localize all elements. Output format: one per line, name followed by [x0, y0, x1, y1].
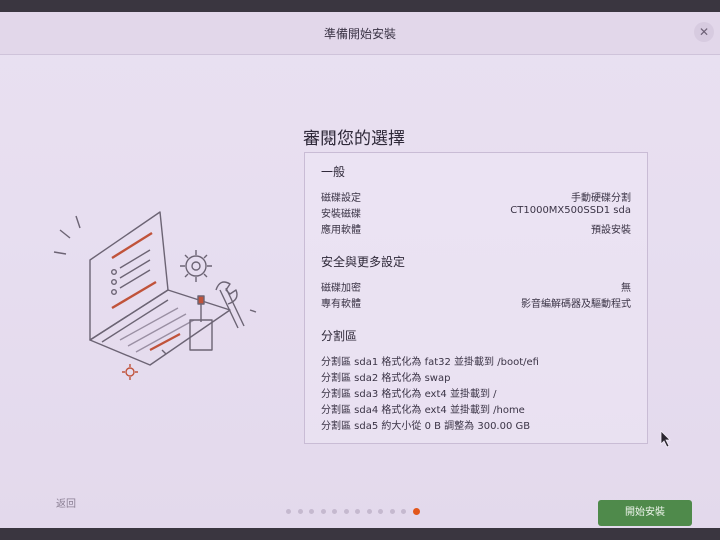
row-proprietary-software: 專有軟體 影音編解碼器及驅動程式 — [321, 295, 631, 310]
progress-dot — [332, 509, 337, 514]
section-general-title: 一般 — [321, 165, 346, 179]
partition-item: 分割區 sda1 格式化為 fat32 並掛載到 /boot/efi — [321, 357, 539, 368]
row-applications: 應用軟體 預設安裝 — [321, 221, 631, 236]
row-value: 影音編解碼器及驅動程式 — [521, 299, 631, 310]
partition-item: 分割區 sda4 格式化為 ext4 並掛載到 /home — [321, 405, 525, 416]
partition-item: 分割區 sda3 格式化為 ext4 並掛載到 / — [321, 389, 497, 400]
partition-item: 分割區 sda5 約大小從 0 B 調整為 300.00 GB — [321, 421, 531, 432]
row-label: 應用軟體 — [321, 225, 361, 236]
window-title: 準備開始安裝 — [323, 27, 396, 41]
progress-dot — [378, 509, 383, 514]
page-heading: 審閱您的選擇 — [303, 129, 405, 149]
row-value: 手動硬碟分割 — [571, 193, 631, 204]
progress-dot — [412, 508, 420, 515]
progress-dot — [343, 509, 349, 514]
installer-window: 準備開始安裝 ✕ 審閱您的選擇 一般 磁碟設定 手動硬碟分割 安裝磁碟 CT10… — [0, 12, 720, 528]
review-panel: 一般 磁碟設定 手動硬碟分割 安裝磁碟 CT1000MX500SSD1 sda … — [304, 152, 648, 444]
row-label: 磁碟加密 — [321, 283, 361, 294]
laptop-tools-illustration — [53, 211, 257, 380]
row-value: 無 — [621, 283, 631, 294]
section-security-title: 安全與更多設定 — [321, 255, 406, 269]
progress-dot — [320, 509, 326, 514]
partition-item: 分割區 sda2 格式化為 swap — [321, 373, 451, 384]
title-bar: 準備開始安裝 ✕ — [0, 12, 720, 55]
row-disk-encryption: 磁碟加密 無 — [321, 279, 631, 294]
section-partitions-title: 分割區 — [321, 329, 358, 343]
back-button[interactable]: 返回 — [56, 495, 76, 510]
progress-dot — [297, 509, 303, 514]
close-icon[interactable]: ✕ — [694, 22, 714, 42]
row-install-disk: 安裝磁碟 CT1000MX500SSD1 sda — [321, 205, 631, 220]
row-value: CT1000MX500SSD1 sda — [510, 205, 631, 216]
progress-dot — [309, 509, 314, 514]
progress-dot — [286, 509, 291, 514]
start-install-button[interactable]: 開始安裝 — [598, 500, 692, 526]
row-label: 磁碟設定 — [321, 193, 361, 204]
mouse-pointer-icon — [660, 430, 671, 448]
row-label: 專有軟體 — [321, 299, 361, 310]
progress-dot — [355, 509, 360, 514]
row-label: 安裝磁碟 — [321, 209, 361, 220]
progress-dot — [366, 509, 372, 514]
row-value: 預設安裝 — [591, 225, 631, 236]
progress-dot — [401, 509, 406, 514]
row-disk-setup: 磁碟設定 手動硬碟分割 — [321, 189, 631, 204]
progress-dot — [389, 509, 395, 514]
